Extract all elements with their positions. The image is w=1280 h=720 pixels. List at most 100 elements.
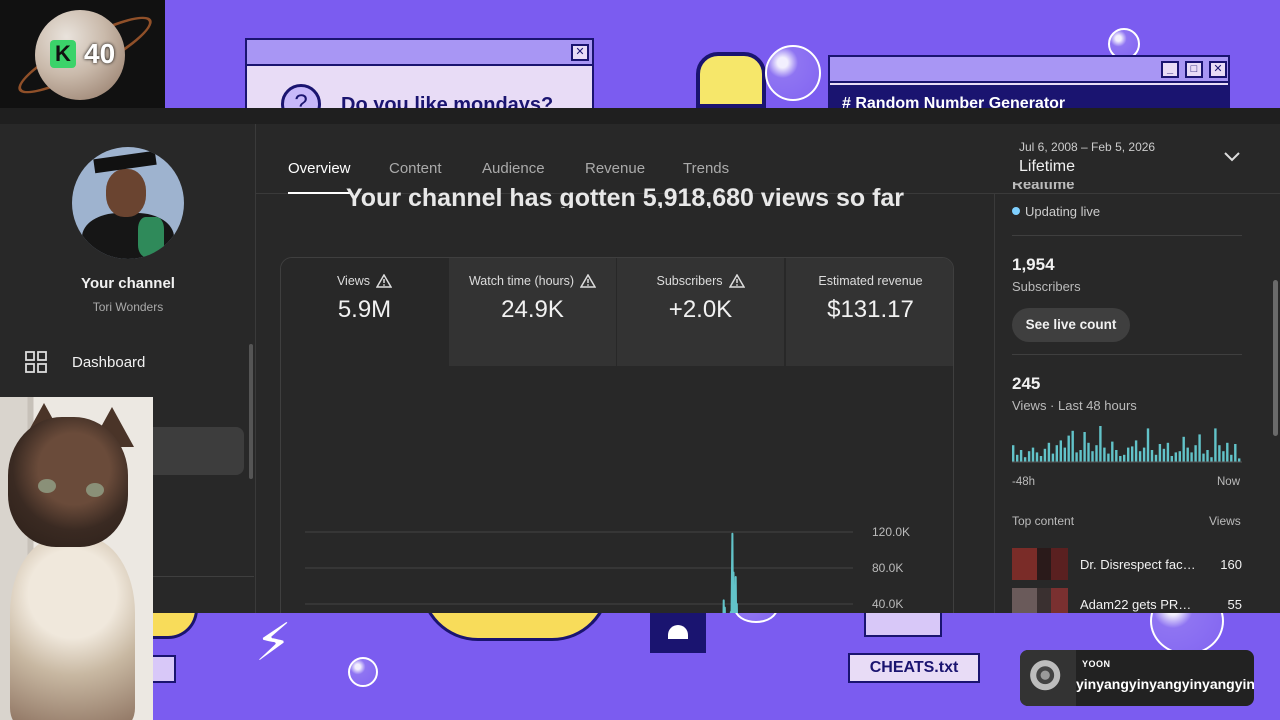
sidebar-scrollbar[interactable] (249, 344, 253, 479)
mini-chart-bar (1166, 442, 1170, 462)
video-views: 160 (1220, 557, 1242, 572)
mini-chart-bar (1190, 452, 1193, 462)
webcam-feed (0, 397, 153, 720)
mini-chart-bar (1194, 445, 1197, 462)
mini-chart-bar (1019, 450, 1023, 462)
mini-chart-bar (1186, 447, 1189, 462)
top-content-row[interactable]: Dr. Disrespect faces backlash 160 (1012, 548, 1242, 580)
mini-chart-bar (1182, 436, 1185, 462)
mini-chart-bar (1031, 447, 1035, 462)
bubble-icon (765, 45, 821, 101)
mini-chart-bar (1131, 446, 1134, 462)
mini-chart-bar (1071, 430, 1074, 462)
mini-chart-bar (1115, 450, 1118, 462)
metric-subscribers[interactable]: Subscribers +2.0K (617, 258, 785, 366)
metric-views[interactable]: Views 5.9M (281, 258, 449, 366)
mini-chart-bar (1107, 453, 1110, 462)
tab-audience[interactable]: Audience (482, 160, 545, 177)
random-number-title: # Random Number Generator (842, 95, 1066, 108)
bubble-icon (1150, 613, 1224, 655)
top-content-views-label: Views (1209, 514, 1241, 528)
bubble-icon (348, 657, 378, 687)
mini-chart-bar (1127, 447, 1130, 462)
chevron-down-icon (1224, 152, 1240, 162)
mini-chart-bar (1206, 450, 1209, 462)
mini-chart-bar (1146, 428, 1150, 462)
mini-chart-bar (1083, 432, 1086, 462)
mini-chart-bar (1059, 440, 1062, 462)
decor-shape (150, 655, 176, 683)
metric-watch-time[interactable]: Watch time (hours) 24.9K (449, 258, 617, 366)
divider (1012, 354, 1242, 355)
mini-chart-bar (1123, 454, 1126, 462)
see-live-count-button[interactable]: See live count (1012, 308, 1130, 342)
tab-overview[interactable]: Overview (288, 160, 351, 177)
video-title: Adam22 gets PRESSED (1080, 597, 1198, 612)
mini-chart-bar (1234, 444, 1237, 462)
mini-chart-bar (1218, 445, 1221, 462)
metric-value: 5.9M (337, 296, 392, 323)
kick-logo: K 40 (0, 0, 165, 108)
mini-chart-bar (1170, 456, 1173, 462)
views-48h-label: Views · Last 48 hours (1012, 398, 1137, 413)
decor-shape (420, 613, 610, 641)
mini-chart-bar (1095, 445, 1098, 462)
top-content-row[interactable]: Adam22 gets PRESSED 55 (1012, 588, 1242, 613)
mini-chart-bar (1138, 451, 1142, 462)
tab-revenue[interactable]: Revenue (585, 160, 645, 177)
y-tick-label: 120.0K (872, 525, 910, 539)
dashboard-icon (24, 350, 48, 374)
tab-trends[interactable]: Trends (683, 160, 729, 177)
divider (1012, 235, 1242, 236)
bubble-icon (734, 613, 778, 623)
mini-chart-bar (1154, 454, 1158, 462)
retro-title-bar: ✕ (247, 40, 592, 66)
cat-body (10, 537, 135, 720)
mini-chart-bar (1023, 457, 1027, 462)
mini-chart-bar (1158, 444, 1162, 462)
mini-chart-bar (1178, 451, 1181, 462)
decor-shape (864, 613, 942, 637)
mini-chart-bar (1051, 453, 1055, 462)
your-channel-title: Your channel (81, 275, 175, 292)
maximize-icon: □ (1185, 61, 1203, 78)
mini-chart-bar (1099, 426, 1102, 462)
mini-chart-bar (1119, 456, 1122, 462)
lightning-icon: ⚡ (255, 614, 292, 672)
warning-icon (728, 274, 745, 288)
views-48h-chart (1012, 426, 1242, 463)
series-line (722, 532, 738, 613)
mini-chart-bar (1142, 447, 1146, 462)
mini-chart-bar (1202, 453, 1205, 462)
mini-chart-bar (1027, 451, 1031, 462)
mini-chart-bar (1063, 447, 1066, 462)
mini-chart-bar (1150, 450, 1154, 462)
cat-head (8, 417, 128, 547)
realtime-heading: Realtime (1012, 182, 1075, 193)
pixel-ghost-icon (650, 613, 706, 653)
decor-shape (150, 613, 198, 639)
mini-chart-bar (1067, 435, 1070, 462)
tab-content[interactable]: Content (389, 160, 442, 177)
stream-overlay-top: K 40 ✕ Do you like mondays? ? _ □ ✕ # Ra… (0, 0, 1280, 108)
metric-revenue[interactable]: Estimated revenue $131.17 (786, 258, 953, 366)
mini-chart-bar (1222, 451, 1225, 462)
subscriber-label: Subscribers (1012, 279, 1081, 294)
minimize-icon: _ (1161, 61, 1179, 78)
metric-value: +2.0K (668, 296, 733, 323)
panel-scrollbar[interactable] (1273, 280, 1278, 436)
realtime-panel: Realtime Updating live 1,954 Subscribers… (994, 182, 1280, 613)
mini-chart-bar (1043, 448, 1047, 462)
views-48h-count: 245 (1012, 374, 1041, 393)
metric-label: Watch time (hours) (468, 274, 575, 288)
avatar[interactable] (72, 147, 184, 259)
mini-chart-bar (1111, 441, 1114, 462)
metric-value: $131.17 (827, 296, 914, 323)
sidebar-item-dashboard[interactable]: Dashboard (0, 338, 244, 386)
youtube-studio-window: Your channel Tori Wonders Dashboard Over… (0, 108, 1280, 613)
sidebar-item-analytics-active[interactable] (150, 427, 244, 475)
metric-label: Subscribers (656, 274, 723, 288)
axis-start-label: -48h (1012, 476, 1036, 488)
y-tick-label: 40.0K (872, 597, 903, 611)
mini-chart-bar (1134, 440, 1138, 462)
